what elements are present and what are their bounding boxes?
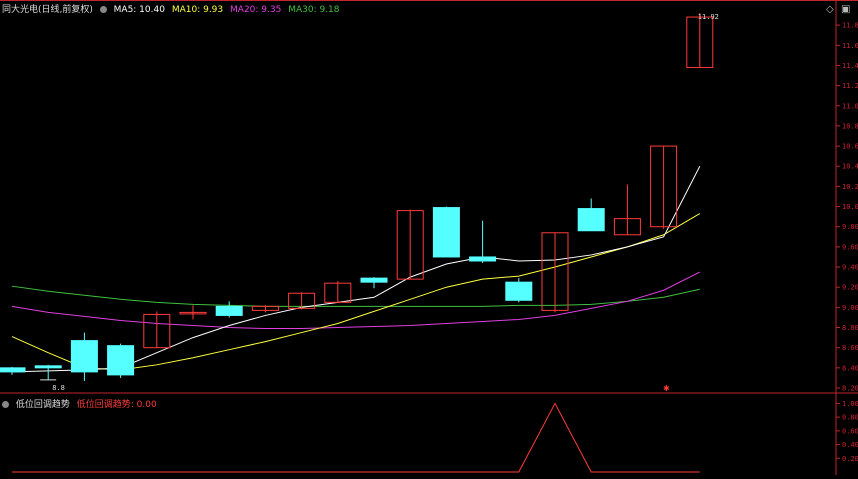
settings-dot-icon[interactable]	[99, 6, 107, 13]
price-tick-label: 9.80	[842, 223, 858, 231]
price-tick-label: 11.80	[842, 22, 858, 30]
candle-body-down	[577, 208, 605, 232]
price-tick-label: 10.00	[842, 203, 858, 211]
high-marker-label: 11.92	[698, 13, 719, 21]
ma30-label: MA30: 9.18	[288, 5, 340, 15]
indicator-tick-label: 0.80	[842, 414, 858, 422]
price-tick-label: 11.60	[842, 42, 858, 50]
candle-body-down	[107, 345, 135, 376]
candle-body-down	[70, 340, 98, 373]
indicator-settings-dot-icon[interactable]	[2, 401, 9, 408]
indicator-value: 低位回调趋势: 0.00	[76, 400, 157, 410]
candle-body-down	[432, 207, 460, 258]
panel-toggle-icon[interactable]: ▣	[841, 4, 850, 15]
price-tick-label: 8.80	[842, 324, 858, 332]
diamond-icon[interactable]: ◇	[826, 4, 834, 15]
indicator-legend: 低位回调趋势 低位回调趋势: 0.00	[2, 397, 161, 410]
ma10-label: MA10: 9.93	[171, 5, 224, 15]
indicator-tick-label: 1.00	[842, 400, 858, 408]
ma30-line	[11, 285, 700, 307]
price-tick-label: 10.20	[842, 183, 858, 191]
price-tick-label: 9.60	[842, 243, 858, 251]
price-tick-label: 10.80	[842, 122, 858, 130]
event-marker-icon: ✱	[663, 384, 670, 393]
stock-name[interactable]: 同大光电(日线,前复权)	[2, 5, 93, 15]
chart-legend: 同大光电(日线,前复权) MA5: 10.40 MA10: 9.93 MA20:…	[2, 2, 344, 15]
price-tick-label: 8.20	[842, 385, 858, 393]
ma20-label: MA20: 9.35	[230, 5, 282, 15]
ma5-line	[11, 166, 701, 373]
price-tick-label: 9.20	[842, 284, 858, 292]
price-tick-label: 10.60	[842, 143, 858, 151]
price-tick-label: 11.40	[842, 62, 858, 70]
candle-body-down	[469, 256, 497, 262]
candle-body-down	[34, 365, 62, 369]
candle-body-down	[505, 281, 533, 301]
low-marker-label: 8.8	[52, 384, 65, 392]
candle-body-down	[0, 367, 26, 373]
price-tick-label: 10.40	[842, 163, 858, 171]
price-tick-label: 8.40	[842, 364, 858, 372]
price-tick-label: 9.00	[842, 304, 858, 312]
indicator-line	[12, 402, 700, 473]
price-tick-label: 11.00	[842, 102, 858, 110]
price-tick-label: 11.20	[842, 82, 858, 90]
indicator-tick-label: 0.40	[842, 441, 858, 449]
indicator-tick-label: 0.20	[842, 455, 858, 463]
candle-body-down	[360, 277, 388, 283]
price-tick-label: 9.40	[842, 264, 858, 272]
price-tick-label: 8.60	[842, 344, 858, 352]
candle-body-down	[215, 305, 243, 316]
ma5-label: MA5: 10.40	[113, 5, 165, 15]
indicator-tick-label: 0.60	[842, 427, 858, 435]
indicator-name[interactable]: 低位回调趋势	[16, 400, 70, 410]
